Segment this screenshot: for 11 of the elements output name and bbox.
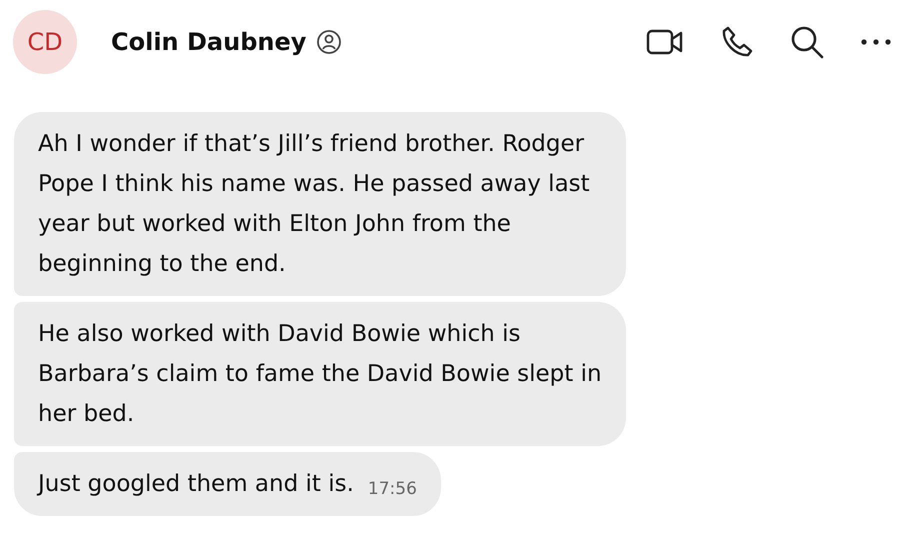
more-icon[interactable] bbox=[860, 38, 892, 46]
avatar: CD bbox=[13, 10, 77, 74]
message-text: Just googled them and it is. bbox=[38, 470, 354, 499]
contact-name: Colin Daubney bbox=[111, 28, 306, 56]
message-text: Ah I wonder if that’s Jill’s friend brother. Rodger Pope I think his name was. He passed away last year but worked with Elton John from the beginning to the end. bbox=[38, 130, 591, 279]
person-circle-icon bbox=[316, 29, 342, 55]
search-icon[interactable] bbox=[790, 25, 824, 59]
message-text: He also worked with David Bowie which is Barbara’s claim to fame the David Bowie slept in her bed. bbox=[38, 320, 602, 429]
phone-icon[interactable] bbox=[720, 25, 754, 59]
video-camera-icon[interactable] bbox=[646, 27, 684, 57]
message-time: 17:56 bbox=[368, 478, 417, 501]
